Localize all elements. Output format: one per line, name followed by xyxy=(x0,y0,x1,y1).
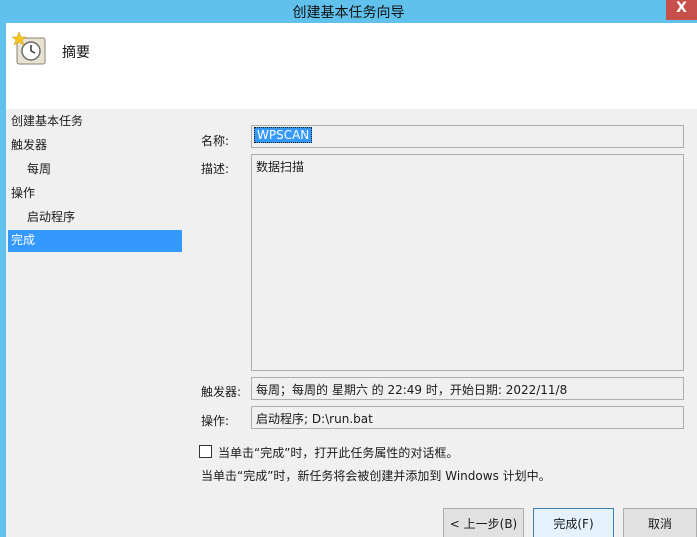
name-field[interactable]: WPSCAN xyxy=(251,125,684,148)
action-value: 启动程序; D:\run.bat xyxy=(256,412,373,426)
close-button[interactable]: X xyxy=(666,0,697,20)
back-button[interactable]: < 上一步(B) xyxy=(443,508,524,537)
nav-step-weekly[interactable]: 每周 xyxy=(8,158,182,182)
nav-step-start-program[interactable]: 启动程序 xyxy=(8,206,182,230)
cancel-button[interactable]: 取消 xyxy=(623,508,697,537)
finish-note: 当单击“完成”时，新任务将会被创建并添加到 Windows 计划中。 xyxy=(201,469,551,483)
description-value: 数据扫描 xyxy=(256,160,305,174)
action-field[interactable]: 启动程序; D:\run.bat xyxy=(251,406,684,429)
header-band: 摘要 xyxy=(6,23,697,109)
trigger-field[interactable]: 每周；每周的 星期六 的 22:49 时，开始日期: 2022/11/8 xyxy=(251,377,684,400)
clock-task-icon xyxy=(12,31,46,65)
open-properties-checkbox[interactable] xyxy=(199,445,212,458)
name-value: WPSCAN xyxy=(254,127,313,143)
finish-button[interactable]: 完成(F) xyxy=(533,508,614,537)
open-properties-label[interactable]: 当单击“完成”时，打开此任务属性的对话框。 xyxy=(218,444,458,461)
nav-step-create-basic-task[interactable]: 创建基本任务 xyxy=(8,110,182,134)
title-bar[interactable]: 创建基本任务向导 X xyxy=(0,0,697,23)
trigger-value: 每周；每周的 星期六 的 22:49 时，开始日期: 2022/11/8 xyxy=(256,383,568,397)
page-heading: 摘要 xyxy=(62,45,90,61)
description-field[interactable]: 数据扫描 xyxy=(251,154,684,371)
wizard-steps-nav: 创建基本任务 触发器 每周 操作 启动程序 完成 xyxy=(8,110,182,252)
name-label: 名称: xyxy=(201,134,230,148)
action-label: 操作: xyxy=(201,414,230,428)
nav-step-action[interactable]: 操作 xyxy=(8,182,182,206)
nav-step-trigger[interactable]: 触发器 xyxy=(8,134,182,158)
wizard-window: 创建基本任务向导 X 摘要 创建基本任务 触发器 每周 操作 启动程序 完成 名… xyxy=(0,0,697,537)
window-title: 创建基本任务向导 xyxy=(292,5,405,21)
description-label: 描述: xyxy=(201,162,230,176)
nav-step-finish[interactable]: 完成 xyxy=(8,230,182,252)
trigger-label: 触发器: xyxy=(201,385,242,399)
